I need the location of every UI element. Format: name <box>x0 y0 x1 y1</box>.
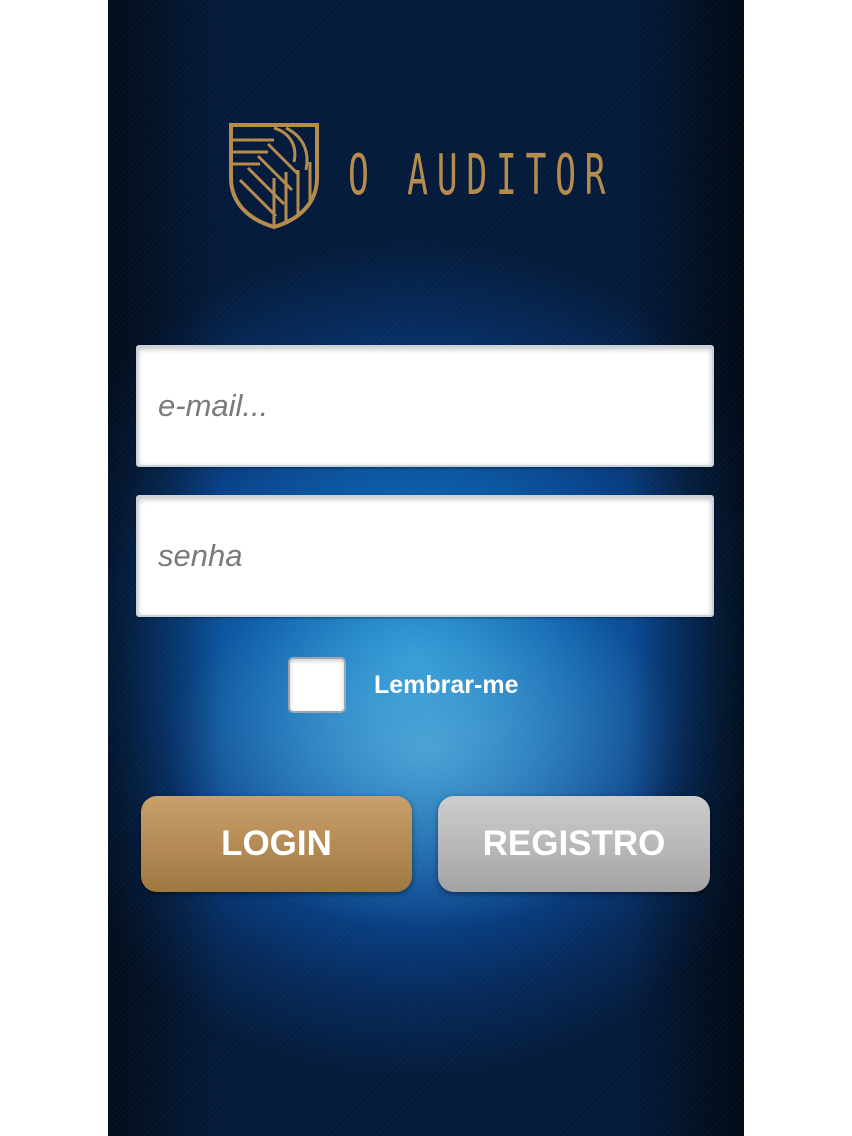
password-input[interactable] <box>136 495 714 617</box>
remember-me-label[interactable]: Lembrar-me <box>374 671 519 700</box>
shield-logo-icon <box>228 122 320 230</box>
brand-logo: O AUDITOR <box>228 122 744 230</box>
email-input[interactable] <box>136 345 714 467</box>
register-button[interactable]: REGISTRO <box>438 796 710 892</box>
login-button[interactable]: LOGIN <box>141 796 412 892</box>
login-screen: O AUDITOR Lembrar-me LOGIN REGISTRO <box>108 0 744 1136</box>
remember-me-checkbox[interactable] <box>288 657 346 713</box>
remember-me-row: Lembrar-me <box>288 657 519 713</box>
brand-name: O AUDITOR <box>348 143 615 208</box>
